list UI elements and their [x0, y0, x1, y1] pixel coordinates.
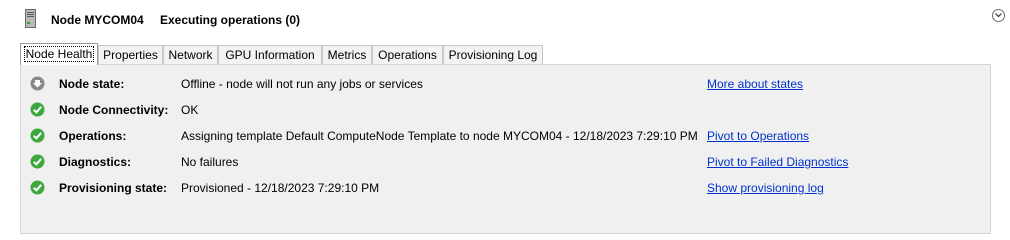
node-state-label: Node state:: [59, 77, 125, 91]
provisioning-state-label: Provisioning state:: [59, 181, 168, 195]
node-connectivity-label: Node Connectivity:: [59, 103, 169, 117]
pivot-to-failed-diagnostics-link[interactable]: Pivot to Failed Diagnostics: [707, 155, 848, 169]
node-connectivity-row: Node Connectivity: OK: [21, 100, 992, 120]
executing-operations-title: Executing operations (0): [160, 13, 301, 27]
tab-network[interactable]: Network: [163, 45, 218, 64]
show-provisioning-log-link[interactable]: Show provisioning log: [707, 181, 824, 195]
chevron-down-circle-icon: [995, 13, 1002, 18]
node-state-row: Node state: Offline - node will not run …: [21, 74, 992, 94]
tab-properties[interactable]: Properties: [98, 45, 163, 64]
tab-label: Metrics: [327, 48, 367, 62]
node-state-value: Offline - node will not run any jobs or …: [181, 77, 423, 91]
tab-label: Properties: [103, 48, 158, 62]
tab-label: Provisioning Log: [448, 48, 538, 62]
diagnostics-value: No failures: [181, 155, 239, 169]
tab-provisioning-log[interactable]: Provisioning Log: [443, 45, 543, 64]
tab-node-health[interactable]: Node Health: [20, 43, 98, 65]
tab-label: GPU Information: [225, 48, 315, 62]
operations-value: Assigning template Default ComputeNode T…: [181, 129, 698, 143]
operations-label: Operations:: [59, 129, 127, 143]
tab-label: Node Health: [23, 46, 95, 62]
node-title: Node MYCOM04: [51, 13, 144, 27]
node-header: Node MYCOM04 Executing operations (0): [0, 0, 1010, 40]
tab-gpu-information[interactable]: GPU Information: [218, 45, 322, 64]
tab-operations[interactable]: Operations: [372, 45, 443, 64]
tab-label: Operations: [378, 48, 437, 62]
green-check-icon: [30, 180, 45, 195]
operations-row: Operations: Assigning template Default C…: [21, 126, 992, 146]
collapse-button[interactable]: [992, 9, 1005, 22]
down-arrow-gray-icon: [30, 76, 45, 91]
green-check-icon: [30, 102, 45, 117]
diagnostics-row: Diagnostics: No failures Pivot to Failed…: [21, 152, 992, 172]
node-health-panel: Node state: Offline - node will not run …: [20, 64, 991, 234]
tab-metrics[interactable]: Metrics: [322, 45, 372, 64]
node-connectivity-value: OK: [181, 103, 199, 117]
more-about-states-link[interactable]: More about states: [707, 77, 803, 91]
provisioning-state-value: Provisioned - 12/18/2023 7:29:10 PM: [181, 181, 380, 195]
tab-label: Network: [168, 48, 213, 62]
pivot-to-operations-link[interactable]: Pivot to Operations: [707, 129, 809, 143]
provisioning-state-row: Provisioning state: Provisioned - 12/18/…: [21, 178, 992, 198]
green-check-icon: [30, 128, 45, 143]
server-tower-icon: [25, 9, 36, 28]
green-check-icon: [30, 154, 45, 169]
diagnostics-label: Diagnostics:: [59, 155, 132, 169]
